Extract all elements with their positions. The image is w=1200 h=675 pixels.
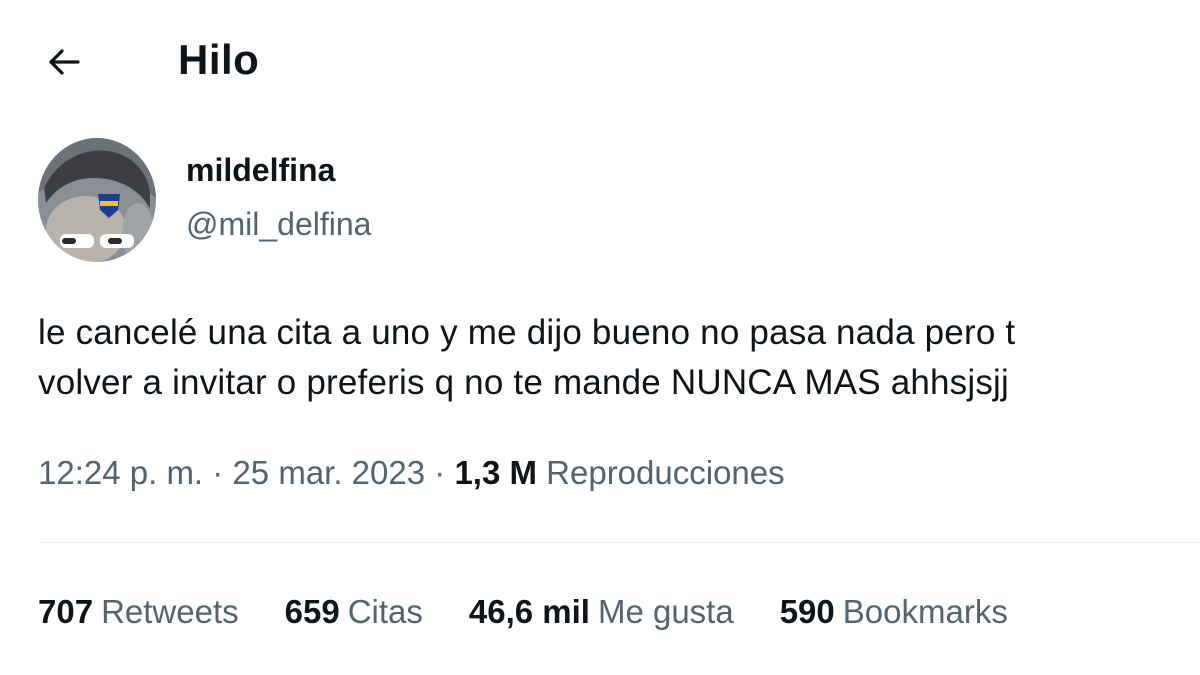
separator-dot: · [434,454,455,491]
avatar[interactable] [38,138,156,262]
quotes-count: 659 [284,593,340,630]
quotes-label: Citas [347,593,423,630]
quotes-stat[interactable]: 659 Citas [285,593,423,631]
thread-header: Hilo [0,0,1200,120]
author-handle[interactable]: @mil_delfina [186,206,371,243]
tweet-date[interactable]: 25 mar. 2023 [232,454,425,491]
tweet-metadata: 12:24 p. m. · 25 mar. 2023 · 1,3 M Repro… [38,454,785,492]
back-button[interactable] [36,38,92,86]
likes-count: 46,6 mil [468,593,590,630]
bookmarks-count: 590 [779,593,835,630]
bookmarks-label: Bookmarks [842,593,1008,630]
retweets-label: Retweets [101,593,239,630]
views-count: 1,3 M [454,454,537,491]
retweets-count: 707 [38,593,94,630]
likes-label: Me gusta [597,593,734,630]
divider [38,542,1200,543]
tweet-time[interactable]: 12:24 p. m. [38,454,203,491]
tweet-text: le cancelé una cita a uno y me dijo buen… [38,308,1200,408]
views-label: Reproducciones [546,454,785,491]
arrow-left-icon [49,49,80,75]
tweet-text-line: volver a invitar o preferis q no te mand… [38,363,1010,402]
page-title: Hilo [178,36,260,83]
engagement-stats: 707 Retweets 659 Citas 46,6 mil Me gusta 590 Bo… [38,593,1054,631]
separator-dot: · [212,454,233,491]
author-display-name[interactable]: mildelfina [186,152,335,189]
tweet-text-line: le cancelé una cita a uno y me dijo buen… [38,313,1016,352]
retweets-stat[interactable]: 707 Retweets [38,593,239,631]
likes-stat[interactable]: 46,6 mil Me gusta [469,593,734,631]
bookmarks-stat[interactable]: 590 Bookmarks [780,593,1008,631]
